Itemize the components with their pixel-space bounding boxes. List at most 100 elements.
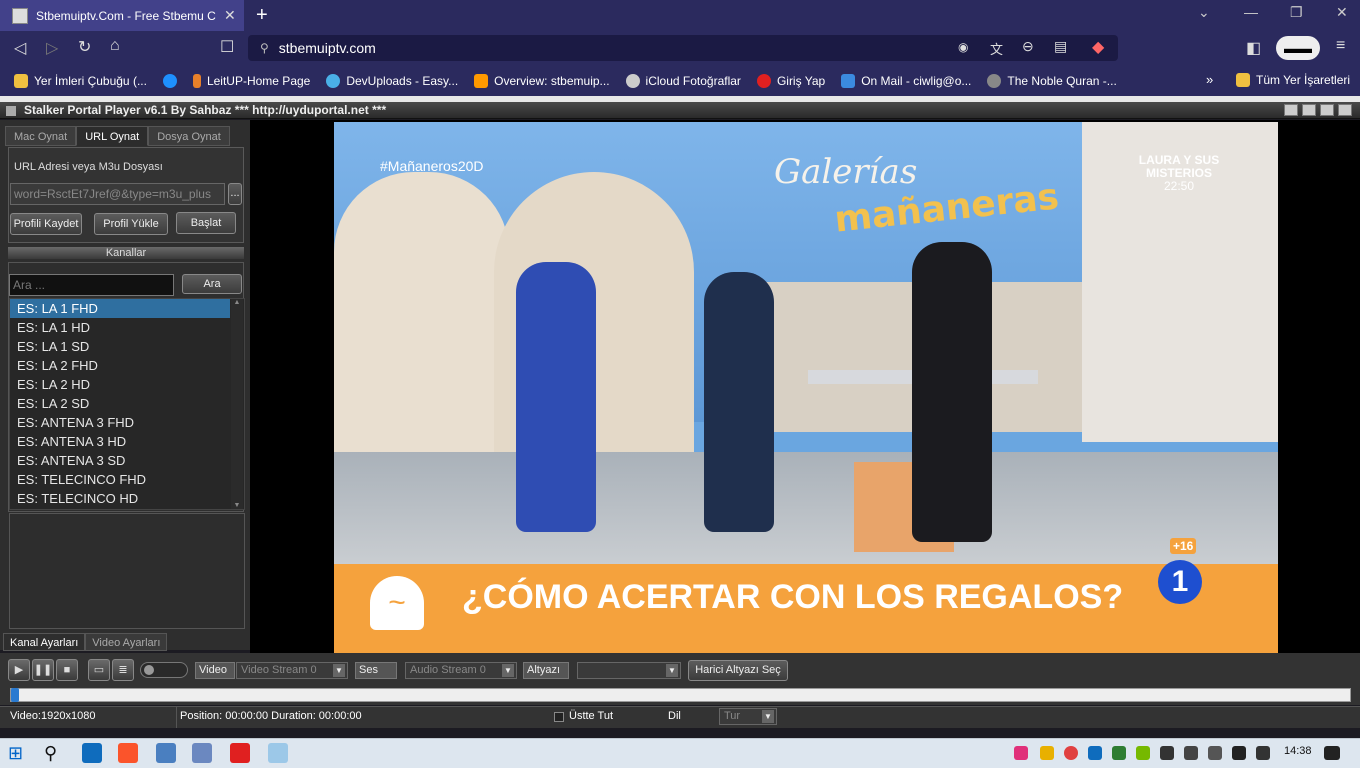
channel-item[interactable]: ES: LA 1 FHD <box>10 299 230 318</box>
play-icon[interactable]: ▶ <box>8 659 30 681</box>
pause-icon[interactable]: ❚❚ <box>32 659 54 681</box>
app-maximize-icon[interactable] <box>1320 104 1334 116</box>
more-bookmarks[interactable]: » <box>1206 72 1213 87</box>
app-close-icon[interactable] <box>1338 104 1352 116</box>
tray-outlook-icon[interactable] <box>1088 746 1102 760</box>
bookmark-item[interactable]: The Noble Quran -... <box>987 73 1117 88</box>
tab-dosya-oynat[interactable]: Dosya Oynat <box>148 126 230 146</box>
site-info-icon[interactable]: ⚲ <box>260 41 269 55</box>
search-button[interactable]: Ara <box>182 274 242 294</box>
app-icon[interactable] <box>192 743 212 763</box>
tray-update-icon[interactable] <box>1208 746 1222 760</box>
playlist-icon[interactable]: ≣ <box>112 659 134 681</box>
channel-item[interactable]: ES: LA 2 FHD <box>10 356 230 375</box>
bookmark-item[interactable]: DevUploads - Easy... <box>326 73 458 88</box>
channel-item[interactable]: ES: ANTENA 3 FHD <box>10 413 230 432</box>
translate-icon[interactable]: 文 <box>990 39 1003 58</box>
browse-button[interactable]: ... <box>228 183 242 205</box>
audio-stream-select[interactable]: Audio Stream 0 ▼ <box>405 662 517 679</box>
reader-icon[interactable]: ▤ <box>1054 38 1067 55</box>
new-tab-icon[interactable]: + <box>256 4 268 27</box>
tray-shield-icon[interactable] <box>1040 746 1054 760</box>
cast-icon[interactable]: ◉ <box>958 40 968 54</box>
video-stream-select[interactable]: Video Stream 0 ▼ <box>236 662 348 679</box>
tray-network-icon[interactable] <box>1184 746 1198 760</box>
tab-video-settings[interactable]: Video Ayarları <box>85 633 168 651</box>
notifications-icon[interactable] <box>1324 746 1340 760</box>
window-close-icon[interactable]: ✕ <box>1336 4 1348 21</box>
menu-icon[interactable]: ≡ <box>1336 37 1345 55</box>
start-button[interactable]: Başlat <box>176 212 236 234</box>
external-subtitle-button[interactable]: Harici Altyazı Seç <box>688 660 788 681</box>
restore-icon[interactable]: ❐ <box>1290 4 1303 21</box>
minimize-icon[interactable]: — <box>1244 4 1258 20</box>
screen-icon[interactable]: ▭ <box>88 659 110 681</box>
app-up-icon[interactable] <box>1284 104 1298 116</box>
tab-list-icon[interactable]: ⌄ <box>1198 4 1210 21</box>
channel-item[interactable]: ES: ANTENA 3 SD <box>10 451 230 470</box>
search-icon[interactable]: ⚲ <box>44 743 64 763</box>
scroll-down-icon[interactable]: ▼ <box>231 502 243 509</box>
channel-item[interactable]: ES: LA 2 HD <box>10 375 230 394</box>
sidebar-icon[interactable]: ◧ <box>1246 38 1261 58</box>
bookmark-item[interactable]: Overview: stbemuip... <box>474 73 610 88</box>
tab-url-oynat[interactable]: URL Oynat <box>76 126 149 146</box>
bookmark-item[interactable]: Giriş Yap <box>756 73 825 88</box>
tray-battery-icon[interactable] <box>1160 746 1174 760</box>
back-icon[interactable]: ◁ <box>14 38 26 58</box>
notepad-icon[interactable] <box>268 743 288 763</box>
channel-scrollbar[interactable]: ▲ ▼ <box>231 299 243 509</box>
app-icon[interactable] <box>156 743 176 763</box>
tab-channel-settings[interactable]: Kanal Ayarları <box>3 633 86 651</box>
seek-thumb[interactable] <box>11 688 19 702</box>
player-taskbar-icon[interactable] <box>230 743 250 763</box>
volume-slider[interactable] <box>140 662 188 678</box>
url-input[interactable]: word=RsctEt7Jref@&type=m3u_plus <box>10 183 225 205</box>
taskbar-clock[interactable]: 14:38 <box>1284 745 1312 757</box>
bookmark-item[interactable]: LeitUP-Home Page <box>192 73 310 88</box>
channel-item[interactable]: ES: ANTENA 3 HD <box>10 432 230 451</box>
brave-icon[interactable] <box>118 743 138 763</box>
channel-item[interactable]: ES: TELECINCO FHD <box>10 470 230 489</box>
reload-icon[interactable]: ↻ <box>78 37 91 57</box>
bookmark-item[interactable] <box>162 73 177 88</box>
tray-app-icon[interactable] <box>1232 746 1246 760</box>
channel-search-input[interactable]: Ara ... <box>9 274 174 296</box>
video-frame[interactable]: #Mañaneros20D Galerías mañaneras LAURA Y… <box>334 122 1278 653</box>
save-profile-button[interactable]: Profili Kaydet <box>10 213 82 235</box>
on-top-checkbox[interactable] <box>554 712 564 722</box>
tray-xbox-icon[interactable] <box>1112 746 1126 760</box>
volume-knob[interactable] <box>144 665 154 675</box>
tray-app-icon[interactable] <box>1014 746 1028 760</box>
bookmark-folder[interactable]: Yer İmleri Çubuğu (... <box>14 73 147 88</box>
forward-icon[interactable]: ▷ <box>46 38 58 58</box>
tab-close-icon[interactable]: ✕ <box>224 7 236 24</box>
tray-chrome-icon[interactable] <box>1064 746 1078 760</box>
channel-item[interactable]: ES: TELECINCO HD <box>10 489 230 508</box>
bookmark-icon[interactable]: ☐ <box>220 37 234 57</box>
language-select[interactable]: Tur ▼ <box>719 708 777 725</box>
stop-icon[interactable]: ■ <box>56 659 78 681</box>
tray-nvidia-icon[interactable] <box>1136 746 1150 760</box>
windows-start-icon[interactable]: ⊞ <box>8 743 28 763</box>
channel-item[interactable]: ES: LA 1 HD <box>10 318 230 337</box>
brave-shield-icon[interactable]: ◆ <box>1092 37 1104 57</box>
app-minimize-icon[interactable] <box>1302 104 1316 116</box>
bookmark-item[interactable]: On Mail - ciwlig@o... <box>841 73 971 88</box>
channel-item[interactable]: ES: LA 2 SD <box>10 394 230 413</box>
zoom-icon[interactable]: ⊖ <box>1022 38 1034 55</box>
scroll-up-icon[interactable]: ▲ <box>231 299 243 306</box>
profile-icon[interactable]: ▬▬ <box>1276 36 1320 60</box>
channel-item[interactable]: ES: LA 1 SD <box>10 337 230 356</box>
browser-tab[interactable]: Stbemuiptv.Com - Free Stbemu C ✕ <box>0 0 244 31</box>
load-profile-button[interactable]: Profil Yükle <box>94 213 168 235</box>
subtitle-select[interactable]: ▼ <box>577 662 681 679</box>
all-bookmarks[interactable]: Tüm Yer İşaretleri <box>1236 73 1350 87</box>
outlook-icon[interactable] <box>82 743 102 763</box>
volume-icon[interactable] <box>1256 746 1270 760</box>
home-icon[interactable]: ⌂ <box>110 37 120 55</box>
address-bar[interactable]: ⚲ stbemuiptv.com <box>248 35 1118 61</box>
seek-bar[interactable] <box>10 688 1351 702</box>
tab-mac-oynat[interactable]: Mac Oynat <box>5 126 77 146</box>
bookmark-item[interactable]: iCloud Fotoğraflar <box>625 73 741 88</box>
